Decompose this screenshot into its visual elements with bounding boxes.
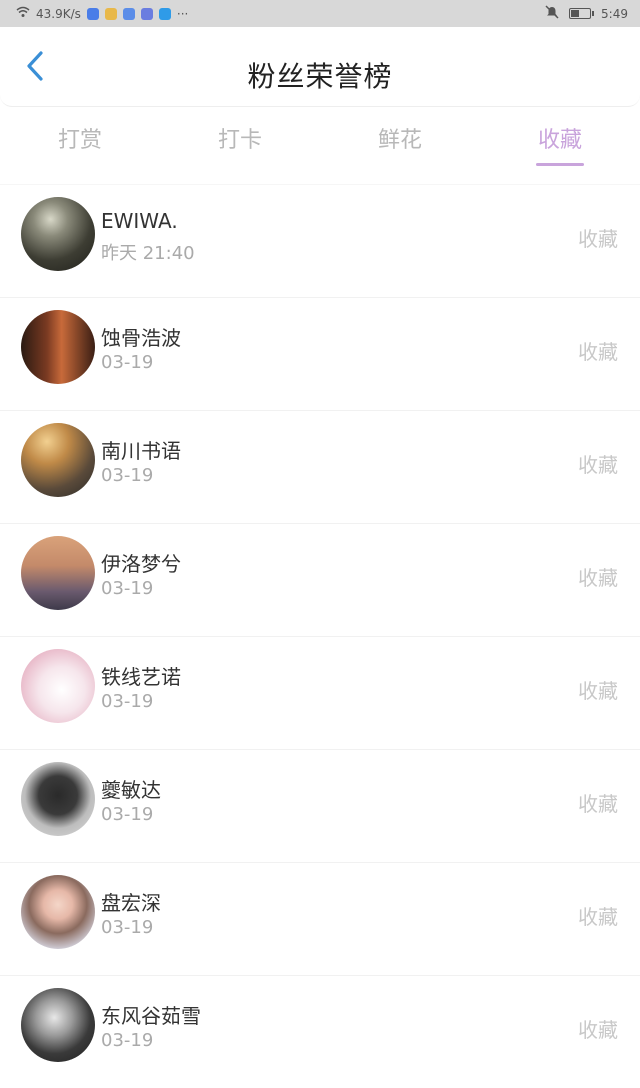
fan-list: EWIWA. 昨天 21:40 收藏 蚀骨浩波 03-19 收藏 南川书语 03…: [0, 184, 640, 1088]
app-notification-icon: [140, 7, 153, 20]
avatar[interactable]: [21, 423, 95, 497]
list-item[interactable]: 铁线艺诺 03-19 收藏: [0, 636, 640, 749]
header-bar: 粉丝荣誉榜: [0, 27, 640, 107]
favorite-label: 收藏: [578, 566, 618, 590]
avatar[interactable]: [21, 536, 95, 610]
tab-reward[interactable]: 打赏: [0, 112, 160, 170]
fan-name: 伊洛梦兮: [101, 552, 181, 576]
status-bar: 43.9K/s ··· 5:49: [0, 0, 640, 27]
list-item[interactable]: 南川书语 03-19 收藏: [0, 410, 640, 523]
tab-checkin[interactable]: 打卡: [160, 112, 320, 170]
fan-name: 蚀骨浩波: [101, 326, 181, 350]
favorite-label: 收藏: [578, 453, 618, 477]
favorite-label: 收藏: [578, 679, 618, 703]
fan-date: 昨天 21:40: [101, 243, 195, 264]
tab-bar: 打赏 打卡 鲜花 收藏: [0, 112, 640, 170]
list-item[interactable]: 东风谷茹雪 03-19 收藏: [0, 975, 640, 1088]
fan-date: 03-19: [101, 1030, 154, 1051]
avatar[interactable]: [21, 762, 95, 836]
favorite-label: 收藏: [578, 905, 618, 929]
avatar[interactable]: [21, 649, 95, 723]
mute-icon: [545, 5, 559, 22]
fan-name: 盘宏深: [101, 891, 161, 915]
fan-name: 东风谷茹雪: [101, 1004, 201, 1028]
fan-date: 03-19: [101, 917, 154, 938]
fan-date: 03-19: [101, 465, 154, 486]
fan-name: EWIWA.: [101, 209, 178, 233]
clock: 5:49: [601, 6, 628, 21]
tab-label: 打卡: [217, 128, 262, 153]
avatar[interactable]: [21, 197, 95, 271]
page-title: 粉丝荣誉榜: [247, 60, 393, 93]
favorite-label: 收藏: [578, 792, 618, 816]
battery-icon: [569, 8, 595, 19]
app-notification-icon: [122, 7, 135, 20]
app-notification-icon: [104, 7, 117, 20]
app-notification-icon: [86, 7, 99, 20]
fan-date: 03-19: [101, 352, 154, 373]
favorite-label: 收藏: [578, 340, 618, 364]
wifi-icon: [16, 6, 30, 21]
avatar[interactable]: [21, 310, 95, 384]
list-item[interactable]: 夔敏达 03-19 收藏: [0, 749, 640, 862]
app-notification-icon: [158, 7, 171, 20]
favorite-label: 收藏: [578, 1018, 618, 1042]
more-notifications: ···: [176, 6, 189, 21]
favorite-label: 收藏: [578, 227, 618, 251]
fan-date: 03-19: [101, 578, 154, 599]
list-item[interactable]: 蚀骨浩波 03-19 收藏: [0, 297, 640, 410]
fan-name: 夔敏达: [101, 778, 161, 802]
fan-name: 南川书语: [101, 439, 181, 463]
active-tab-indicator: [536, 163, 584, 166]
avatar[interactable]: [21, 875, 95, 949]
list-item[interactable]: 盘宏深 03-19 收藏: [0, 862, 640, 975]
tab-label: 打赏: [57, 128, 102, 153]
avatar[interactable]: [21, 988, 95, 1062]
list-item[interactable]: EWIWA. 昨天 21:40 收藏: [0, 184, 640, 297]
network-speed: 43.9K/s: [36, 6, 81, 21]
fan-name: 铁线艺诺: [101, 665, 181, 689]
tab-label: 鲜花: [377, 128, 422, 153]
fan-date: 03-19: [101, 804, 154, 825]
fan-date: 03-19: [101, 691, 154, 712]
tab-flowers[interactable]: 鲜花: [320, 112, 480, 170]
tab-label: 收藏: [537, 128, 582, 153]
list-item[interactable]: 伊洛梦兮 03-19 收藏: [0, 523, 640, 636]
tab-favorites[interactable]: 收藏: [480, 112, 640, 170]
